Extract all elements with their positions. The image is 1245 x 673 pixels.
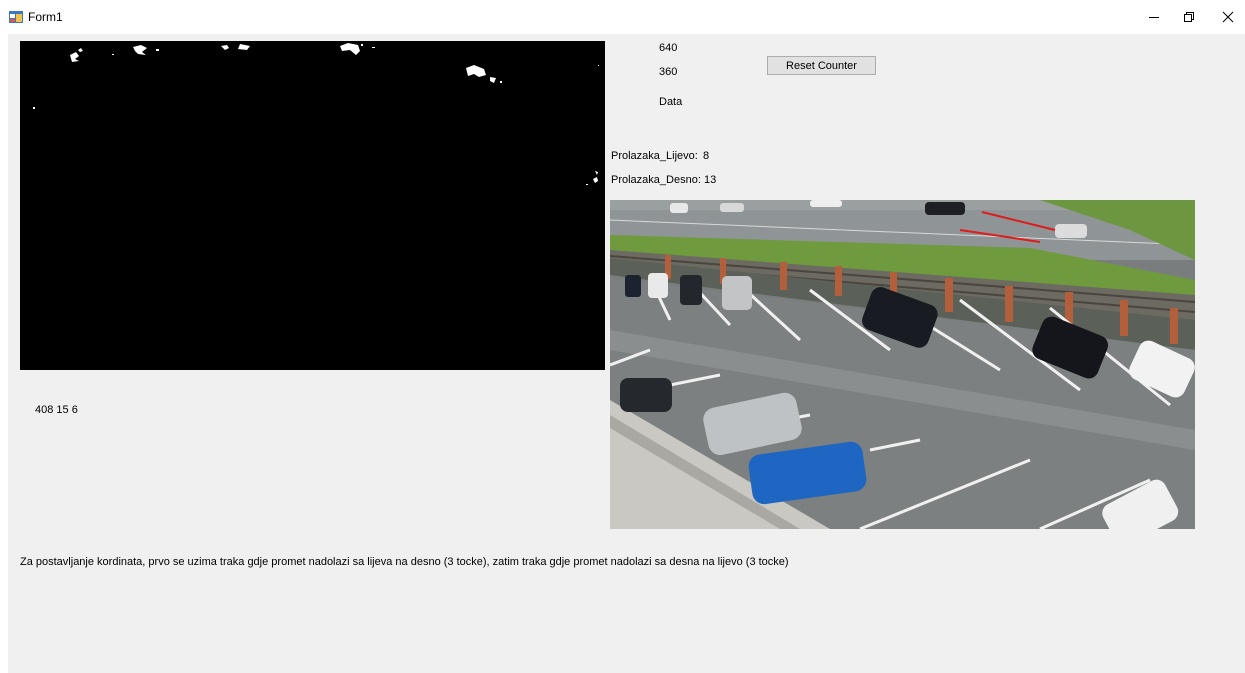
left-count-label: Prolazaka_Lijevo:	[611, 150, 698, 162]
height-label: 360	[659, 66, 678, 78]
form-client-area: 408 15 6 640 360 Data Reset Counter Prol…	[8, 34, 1245, 673]
minimize-icon	[1149, 17, 1159, 18]
close-button[interactable]	[1205, 0, 1245, 34]
form-app-icon	[9, 11, 23, 23]
binary-motion-mask	[20, 41, 605, 370]
title-bar: Form1	[0, 0, 1245, 34]
right-count-value: 13	[704, 174, 717, 186]
left-count-value: 8	[703, 150, 710, 162]
parking-lot-camera-frame	[610, 200, 1195, 529]
motion-blobs	[33, 43, 599, 185]
restore-icon	[1184, 12, 1194, 22]
reset-counter-button[interactable]: Reset Counter	[767, 56, 876, 75]
close-icon	[1222, 11, 1234, 23]
instructions-label: Za postavljanje kordinata, prvo se uzima…	[20, 556, 789, 568]
data-label: Data	[659, 96, 683, 108]
window-title: Form1	[28, 10, 63, 24]
right-count-label: Prolazaka_Desno:	[611, 174, 701, 186]
width-label: 640	[659, 42, 678, 54]
camera-scene	[610, 200, 1195, 529]
values-label: 408 15 6	[35, 404, 78, 416]
